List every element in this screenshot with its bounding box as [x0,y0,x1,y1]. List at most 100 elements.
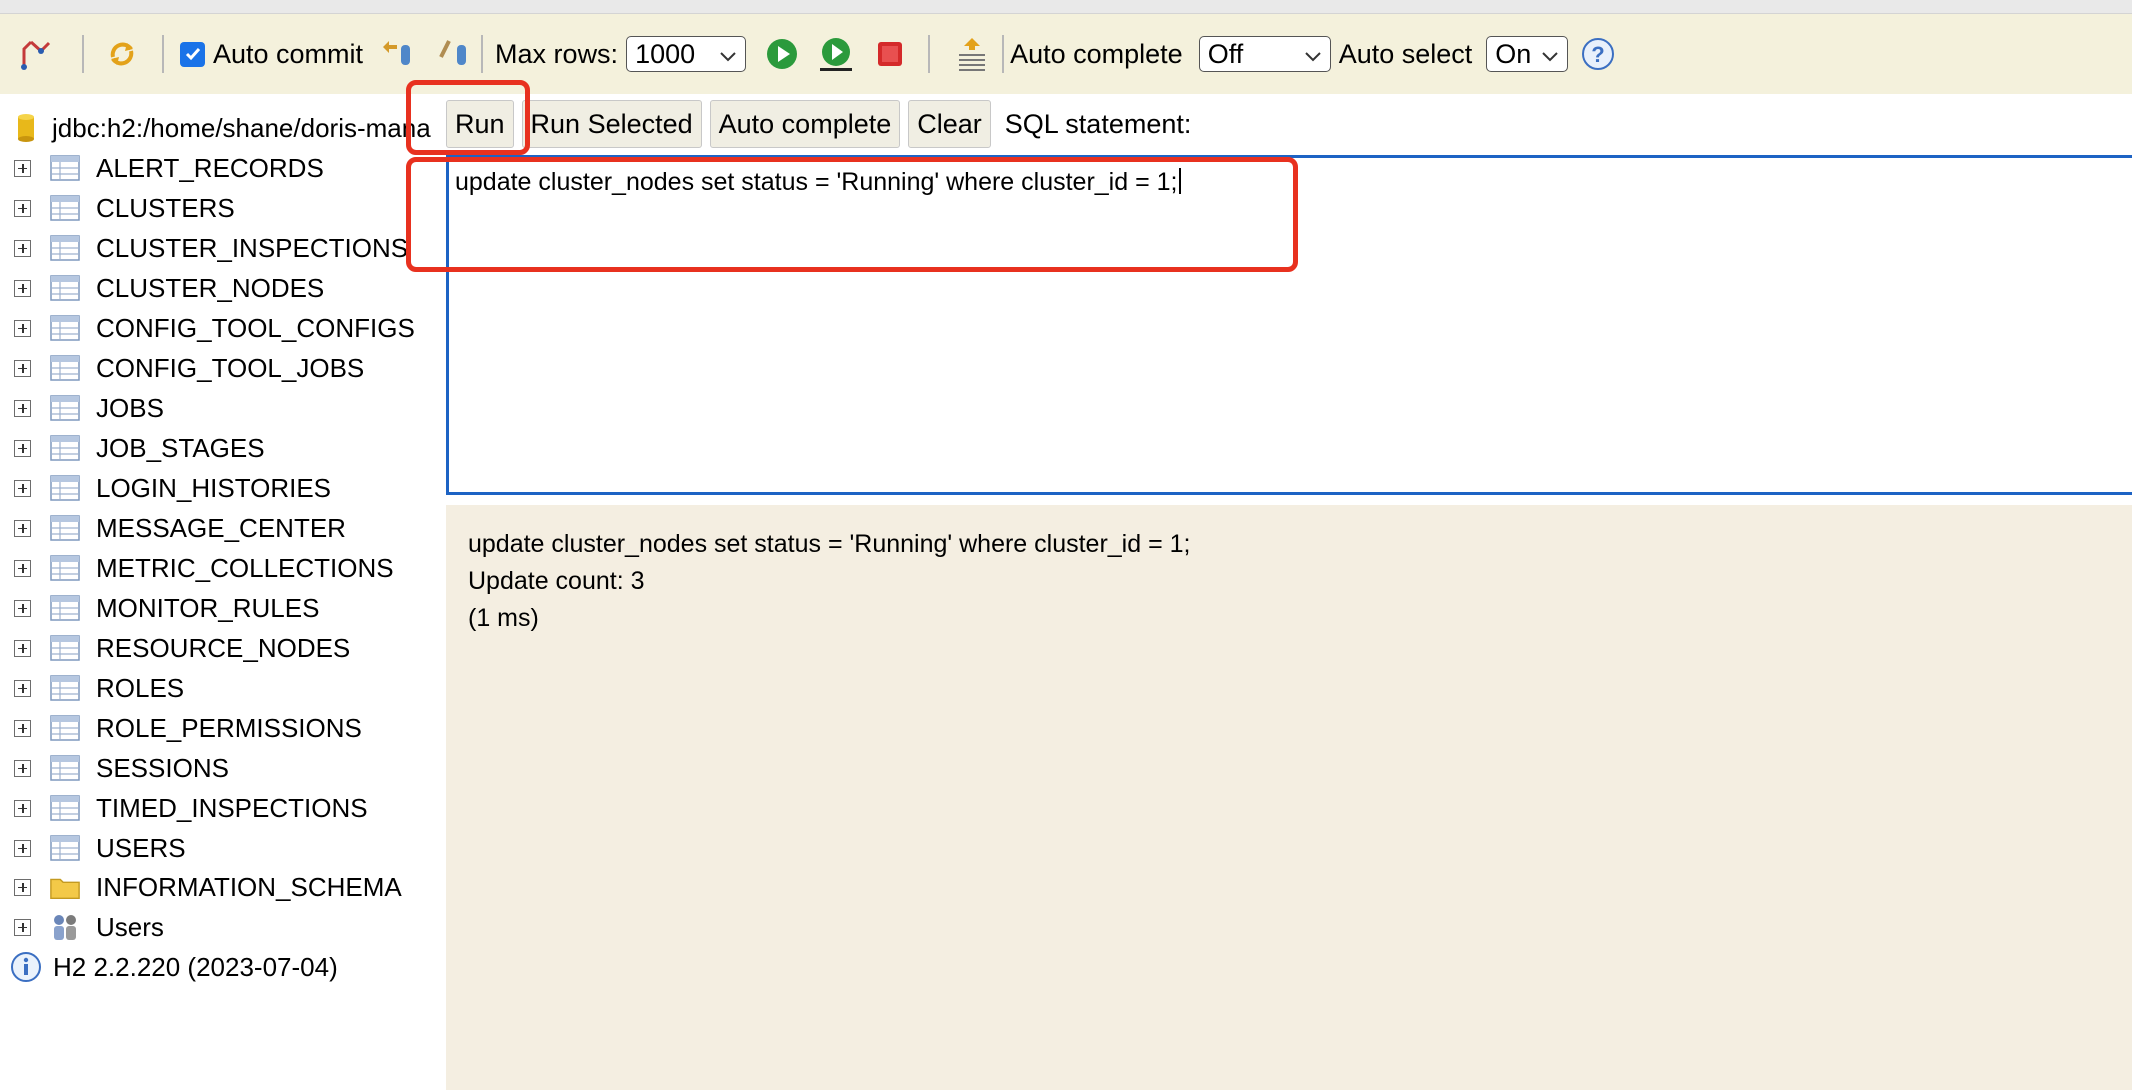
max-rows-label: Max rows: [495,38,619,69]
table-icon [49,274,81,302]
tree-item-label: CLUSTERS [96,192,235,223]
table-icon [49,714,81,742]
help-icon[interactable]: ? [1580,36,1616,72]
result-duration: (1 ms) [468,604,539,632]
sql-button-bar: Run Run Selected Auto complete Clear SQL… [446,94,2132,154]
tree-item-label: SESSIONS [96,752,229,783]
tree-item-label: MONITOR_RULES [96,592,320,623]
tree-item-table[interactable]: MONITOR_RULES [0,588,319,628]
text-caret [1178,168,1181,194]
tree-item-table[interactable]: CONFIG_TOOL_JOBS [0,348,364,388]
run-button[interactable]: Run [446,100,514,148]
expand-icon[interactable] [14,159,31,177]
tree-item-label: ALERT_RECORDS [96,152,324,183]
expand-icon[interactable] [14,559,31,577]
expand-icon[interactable] [14,878,31,896]
expand-icon[interactable] [14,799,31,817]
tree-item-table[interactable]: JOB_STAGES [0,428,265,468]
auto-complete-select[interactable]: Off [1198,36,1331,72]
table-icon [49,354,81,382]
table-icon [49,234,81,262]
auto-select-select[interactable]: On [1486,36,1569,72]
tree-item-table[interactable]: CLUSTERS [0,188,235,228]
auto-commit-checkbox[interactable] [180,41,205,67]
tree-item-table[interactable]: ROLES [0,668,184,708]
tree-item-table[interactable]: ROLE_PERMISSIONS [0,708,362,748]
tree-item-table[interactable]: MESSAGE_CENTER [0,508,346,548]
sql-statement-label: SQL statement: [1004,108,1192,139]
tree-item-label: CONFIG_TOOL_JOBS [96,352,365,383]
svg-text:?: ? [1592,42,1605,67]
expand-icon[interactable] [14,359,31,377]
refresh-icon[interactable] [104,36,140,72]
connection-url: jdbc:h2:/home/shane/doris-mana [52,112,431,143]
table-icon [49,674,81,702]
table-icon [49,594,81,622]
stop-icon[interactable] [872,36,908,72]
expand-icon[interactable] [14,279,31,297]
sql-editor-text: update cluster_nodes set status = 'Runni… [455,168,1178,196]
run-icon[interactable] [764,36,800,72]
folder-icon [49,873,81,901]
expand-icon[interactable] [14,839,31,857]
schema-tree: jdbc:h2:/home/shane/doris-mana ALERT_REC… [0,94,446,1090]
expand-icon[interactable] [14,679,31,697]
history-icon[interactable] [954,36,990,72]
expand-icon[interactable] [14,239,31,257]
toolbar-separator [481,35,484,73]
expand-icon[interactable] [14,719,31,737]
commit-icon[interactable] [435,36,471,72]
auto-complete-button[interactable]: Auto complete [709,100,901,148]
connection-node[interactable]: jdbc:h2:/home/shane/doris-mana [0,108,431,148]
rollback-icon[interactable] [379,36,415,72]
tree-item-label: CONFIG_TOOL_CONFIGS [96,312,415,343]
tree-item-table[interactable]: JOBS [0,388,164,428]
h2-console-window: Auto commit Max rows: 1000 Auto complete… [0,0,2132,1090]
tree-item-table[interactable]: CLUSTER_NODES [0,268,324,308]
expand-icon[interactable] [14,519,31,537]
tree-item-label: METRIC_COLLECTIONS [96,552,394,583]
table-icon [49,194,81,222]
table-icon [49,154,81,182]
table-icon [49,394,81,422]
tree-item-table[interactable]: CLUSTER_INSPECTIONS [0,228,408,268]
expand-icon[interactable] [14,759,31,777]
chevron-down-icon [719,39,737,70]
tree-item-label: INFORMATION_SCHEMA [96,871,402,902]
tree-item-information-schema[interactable]: INFORMATION_SCHEMA [0,867,402,907]
clear-button[interactable]: Clear [908,100,991,148]
tree-item-label: CLUSTER_INSPECTIONS [96,232,409,263]
tree-item-table[interactable]: METRIC_COLLECTIONS [0,548,394,588]
disconnect-icon[interactable] [18,36,54,72]
expand-icon[interactable] [14,199,31,217]
expand-icon[interactable] [14,918,31,936]
tree-item-table[interactable]: RESOURCE_NODES [0,628,350,668]
table-icon [49,434,81,462]
version-label: H2 2.2.220 (2023-07-04) [53,951,338,982]
tree-item-label: JOB_STAGES [96,432,265,463]
expand-icon[interactable] [14,639,31,657]
tree-item-table[interactable]: ALERT_RECORDS [0,148,324,188]
max-rows-select[interactable]: 1000 [626,36,747,72]
expand-icon[interactable] [14,399,31,417]
run-selected-button[interactable]: Run Selected [521,100,702,148]
tree-item-users[interactable]: Users [0,907,164,947]
tree-item-label: JOBS [96,392,164,423]
expand-icon[interactable] [14,439,31,457]
expand-icon[interactable] [14,479,31,497]
tree-item-table[interactable]: USERS [0,828,186,868]
expand-icon[interactable] [14,319,31,337]
tree-item-table[interactable]: CONFIG_TOOL_CONFIGS [0,308,415,348]
tree-item-table[interactable]: TIMED_INSPECTIONS [0,788,368,828]
tree-item-table[interactable]: LOGIN_HISTORIES [0,468,331,508]
tree-item-label: ROLE_PERMISSIONS [96,712,362,743]
sql-editor[interactable]: update cluster_nodes set status = 'Runni… [446,155,2132,495]
table-icon [49,634,81,662]
table-icon [49,314,81,342]
tree-item-table[interactable]: SESSIONS [0,748,229,788]
tree-item-label: RESOURCE_NODES [96,632,351,663]
table-icon [49,474,81,502]
expand-icon[interactable] [14,599,31,617]
table-icon [49,514,81,542]
run-selected-icon[interactable] [818,36,854,72]
